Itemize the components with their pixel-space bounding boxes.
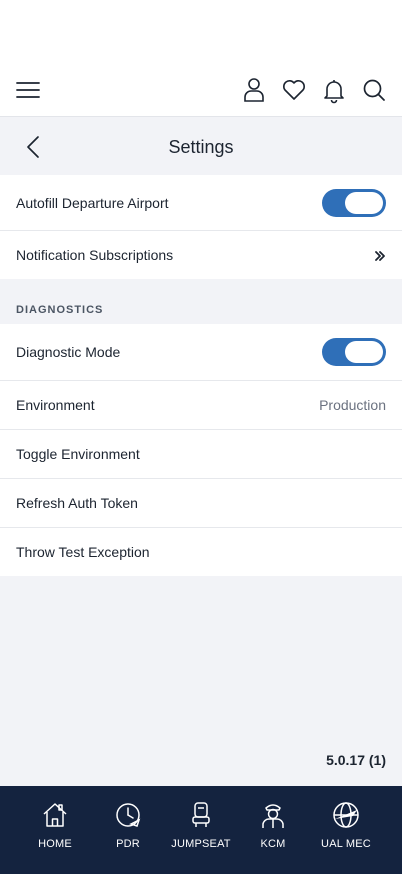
refresh-auth-token-row[interactable]: Refresh Auth Token xyxy=(0,479,402,528)
search-icon[interactable] xyxy=(360,76,388,104)
environment-row[interactable]: Environment Production xyxy=(0,381,402,430)
status-bar-area xyxy=(0,0,402,62)
bell-icon[interactable] xyxy=(320,76,348,104)
toggle-environment-label: Toggle Environment xyxy=(16,446,140,462)
tab-home-label: HOME xyxy=(38,838,72,850)
environment-label: Environment xyxy=(16,397,95,413)
tab-ual-mec[interactable]: UAL MEC xyxy=(310,800,382,860)
pilot-icon xyxy=(258,800,288,830)
refresh-auth-token-label: Refresh Auth Token xyxy=(16,495,138,511)
app-version: 5.0.17 (1) xyxy=(326,752,386,768)
notification-subscriptions-row[interactable]: Notification Subscriptions xyxy=(0,231,402,279)
tab-home[interactable]: HOME xyxy=(19,800,91,860)
user-icon[interactable] xyxy=(240,76,268,104)
house-icon xyxy=(40,800,70,830)
tab-ual-mec-label: UAL MEC xyxy=(321,838,371,850)
tab-jumpseat[interactable]: JUMPSEAT xyxy=(165,800,237,860)
bottom-tab-bar: HOME PDR JUMPSEAT KCM UAL MEC xyxy=(0,786,402,874)
toggle-environment-row[interactable]: Toggle Environment xyxy=(0,430,402,479)
double-chevron-right-icon xyxy=(374,249,386,261)
throw-test-exception-row[interactable]: Throw Test Exception xyxy=(0,528,402,576)
seat-icon xyxy=(186,800,216,830)
tab-jumpseat-label: JUMPSEAT xyxy=(171,838,231,850)
environment-value: Production xyxy=(319,397,386,413)
tab-kcm-label: KCM xyxy=(260,838,286,850)
navigation-header: Settings xyxy=(0,117,402,175)
diagnostic-mode-label: Diagnostic Mode xyxy=(16,344,121,360)
toggle-knob xyxy=(345,341,383,363)
diagnostic-mode-row[interactable]: Diagnostic Mode xyxy=(0,324,402,381)
diagnostics-section-header: DIAGNOSTICS xyxy=(16,304,104,316)
diagnostic-mode-toggle[interactable] xyxy=(322,338,386,366)
toggle-knob xyxy=(345,191,383,214)
top-app-bar xyxy=(0,62,402,117)
heart-icon[interactable] xyxy=(280,76,308,104)
autofill-departure-airport-label: Autofill Departure Airport xyxy=(16,194,169,211)
clock-plane-icon xyxy=(113,800,143,830)
tab-pdr[interactable]: PDR xyxy=(92,800,164,860)
alpa-globe-icon xyxy=(331,800,361,830)
notification-subscriptions-label: Notification Subscriptions xyxy=(16,247,174,263)
autofill-departure-airport-toggle[interactable] xyxy=(322,188,386,217)
autofill-departure-airport-row[interactable]: Autofill Departure Airport xyxy=(0,175,402,231)
throw-test-exception-label: Throw Test Exception xyxy=(16,544,150,560)
tab-pdr-label: PDR xyxy=(116,838,140,850)
page-title: Settings xyxy=(168,137,234,157)
hamburger-menu-icon[interactable] xyxy=(14,76,42,104)
tab-kcm[interactable]: KCM xyxy=(237,800,309,860)
